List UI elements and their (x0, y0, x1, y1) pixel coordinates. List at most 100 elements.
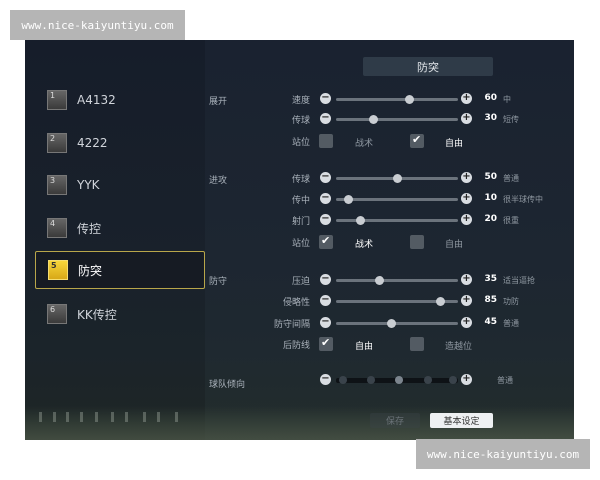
slider-label: 射门 (291, 217, 310, 227)
plus-icon[interactable]: + (461, 193, 472, 204)
slider-handle[interactable] (374, 276, 384, 285)
slider-value: 50 (484, 172, 497, 182)
plus-icon[interactable]: + (461, 295, 472, 306)
minus-icon[interactable]: − (320, 113, 331, 124)
team-number-badge: 1 (47, 90, 67, 110)
slider-value: 85 (484, 295, 497, 305)
slider-row-attack-cross: 传中 − + 10 很半球传中 (265, 192, 570, 207)
team-name: 传控 (77, 221, 102, 236)
orientation-track[interactable] (336, 376, 458, 384)
slider-track[interactable] (336, 276, 458, 285)
slider-label: 传球 (291, 116, 310, 126)
checkbox-option-1[interactable]: ✔ (319, 336, 333, 351)
slider-value: 35 (484, 274, 497, 284)
checkbox-option-2-label: 自由 (445, 240, 464, 250)
minus-icon[interactable]: − (320, 295, 331, 306)
team-name: KK传控 (77, 307, 117, 322)
slider-value: 20 (484, 214, 497, 224)
team-name: YYK (77, 178, 100, 192)
slider-description: 很半球传中 (503, 195, 543, 204)
plus-icon[interactable]: + (461, 374, 472, 385)
minus-icon[interactable]: − (320, 93, 331, 104)
slider-row-buildup-pass: 传球 − + 30 短传 (265, 112, 570, 127)
team-number-badge: 4 (47, 218, 67, 238)
minus-icon[interactable]: − (320, 274, 331, 285)
section-attack-label: 进攻 (209, 176, 228, 186)
checkbox-option-2[interactable] (410, 235, 424, 249)
slider-track[interactable] (336, 95, 458, 104)
slider-label: 侵略性 (282, 298, 310, 308)
minus-icon[interactable]: − (320, 214, 331, 225)
slider-label: 速度 (291, 96, 310, 106)
checkbox-option-2[interactable]: ✔ (410, 133, 424, 148)
checkbox-option-2-label: 造越位 (445, 342, 473, 352)
checkbox-option-1-label: 战术 (355, 240, 374, 250)
slider-row-attack-shoot: 射门 − + 20 很重 (265, 213, 570, 228)
minus-icon[interactable]: − (320, 172, 331, 183)
slider-track[interactable] (336, 174, 458, 183)
team-item-5-selected[interactable]: 5 防突 (35, 251, 205, 289)
orientation-marker (449, 376, 458, 384)
slider-handle[interactable] (356, 216, 366, 225)
plus-icon[interactable]: + (461, 113, 472, 124)
slider-handle[interactable] (344, 195, 354, 204)
watermark-top: www.nice-kaiyuntiyu.com (10, 10, 185, 40)
slider-track[interactable] (336, 216, 458, 225)
slider-handle[interactable] (435, 297, 445, 306)
team-item-2[interactable]: 2 4222 (35, 124, 205, 162)
orientation-handle[interactable] (395, 376, 404, 384)
team-item-1[interactable]: 1 A4132 (35, 81, 205, 119)
plus-icon[interactable]: + (461, 274, 472, 285)
slider-value: 45 (484, 317, 497, 327)
slider-row-buildup-speed: 速度 − + 60 中 (265, 92, 570, 107)
slider-row-team-orientation: − + 普通 (265, 373, 570, 387)
plus-icon[interactable]: + (461, 93, 472, 104)
slider-row-attack-pass: 传球 − + 50 普通 (265, 171, 570, 186)
check-icon: ✔ (412, 133, 422, 146)
slider-track[interactable] (336, 319, 458, 328)
slider-label: 压迫 (291, 277, 310, 287)
orientation-marker (339, 376, 348, 384)
plus-icon[interactable]: + (461, 317, 472, 328)
team-item-3[interactable]: 3 YYK (35, 166, 205, 204)
check-icon: ✔ (321, 336, 331, 349)
checkbox-option-1-label: 战术 (355, 139, 374, 149)
checkbox-option-2-label: 自由 (445, 139, 464, 149)
minus-icon[interactable]: − (320, 193, 331, 204)
checkbox-row-label: 站位 (291, 138, 310, 148)
slider-label: 传中 (291, 196, 310, 206)
plus-icon[interactable]: + (461, 214, 472, 225)
team-item-6[interactable]: 6 KK传控 (35, 295, 205, 333)
team-number-badge: 5 (48, 260, 68, 280)
checkbox-option-1[interactable] (319, 134, 333, 148)
team-item-4[interactable]: 4 传控 (35, 209, 205, 247)
slider-track[interactable] (336, 195, 458, 204)
slider-track[interactable] (336, 297, 458, 306)
team-name: A4132 (77, 93, 116, 107)
save-button[interactable]: 保存 (370, 413, 420, 428)
slider-handle[interactable] (386, 319, 396, 328)
minus-icon[interactable]: − (320, 374, 331, 385)
slider-handle[interactable] (368, 115, 378, 124)
slider-row-defense-width: 防守间隔 − + 45 普通 (265, 316, 570, 331)
tactics-screen: 1 A4132 2 4222 3 YYK 4 传控 5 防突 6 KK传控 防突… (25, 40, 574, 440)
slider-handle[interactable] (405, 95, 415, 104)
team-number-badge: 2 (47, 133, 67, 153)
slider-description: 普通 (503, 174, 519, 183)
slider-description: 功防 (503, 297, 519, 306)
team-name: 防突 (78, 263, 103, 278)
checkbox-row-label: 后防线 (282, 341, 310, 351)
slider-value: 10 (484, 193, 497, 203)
slider-value: 30 (484, 113, 497, 123)
minus-icon[interactable]: − (320, 317, 331, 328)
slider-handle[interactable] (393, 174, 402, 183)
slider-track[interactable] (336, 115, 458, 124)
checkbox-option-1[interactable]: ✔ (319, 234, 333, 249)
basic-settings-button[interactable]: 基本设定 (430, 413, 493, 428)
plus-icon[interactable]: + (461, 172, 472, 183)
team-number-badge: 3 (47, 175, 67, 195)
slider-label: 防守间隔 (273, 320, 310, 330)
team-number-badge: 6 (47, 304, 67, 324)
checkbox-option-2[interactable] (410, 337, 424, 351)
slider-description: 短传 (503, 115, 519, 124)
